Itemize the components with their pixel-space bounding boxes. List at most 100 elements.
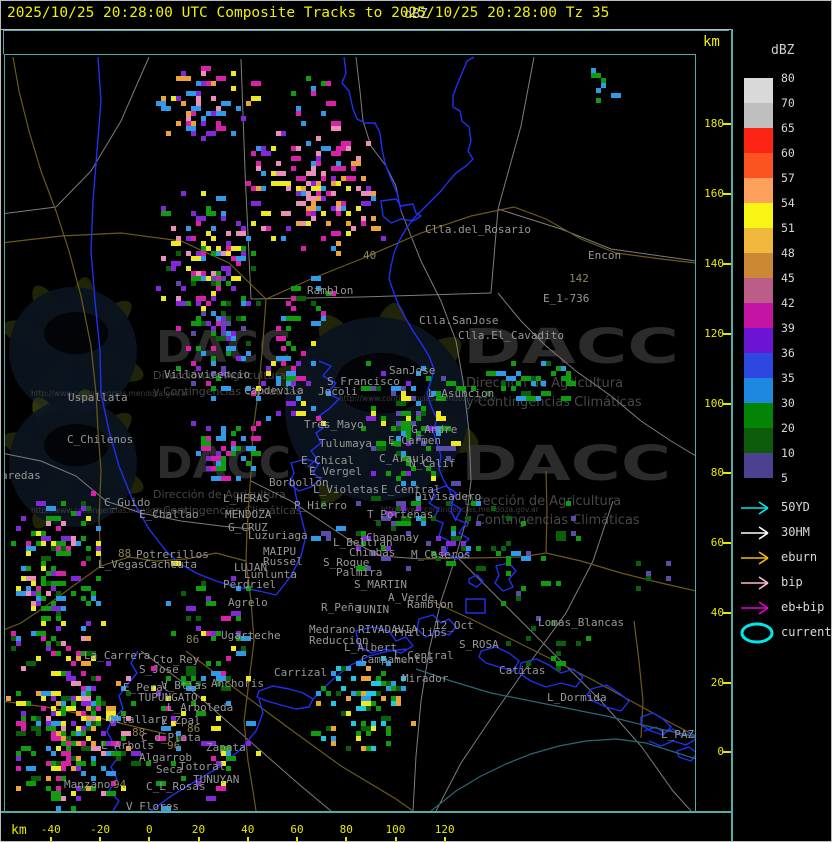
current-cell-ellipse-icon	[740, 622, 774, 644]
legend-label: 30HM	[781, 525, 810, 539]
colorbar-scale-label: 42	[781, 296, 795, 310]
x-axis-label: -20	[90, 823, 110, 836]
route-number-label: 96	[167, 739, 180, 752]
colorbar-title: dBZ	[771, 43, 795, 58]
colorbar-scale-label: 36	[781, 346, 795, 360]
colorbar-swatch	[744, 253, 773, 278]
place-label: E_1-736	[543, 292, 589, 305]
svg-text:DACC: DACC	[461, 436, 671, 492]
place-label: S_Jose	[139, 663, 179, 676]
y-axis-label: 160	[704, 187, 724, 201]
y-axis-tick	[723, 681, 731, 684]
place-label: Tres_Mayo	[304, 418, 364, 431]
route-number-label: 40	[363, 249, 376, 262]
place-label: L_Dormida	[547, 691, 607, 704]
river-line	[494, 562, 517, 592]
x-axis-label: 100	[385, 823, 406, 836]
colorbar-swatch	[744, 328, 773, 353]
colorbar-swatch	[744, 353, 773, 378]
stream-line	[430, 738, 695, 811]
place-label: Manzano	[64, 778, 110, 791]
place-label: S_MARTIN	[354, 578, 407, 591]
header-bar	[3, 30, 729, 54]
colorbar-swatch	[744, 178, 773, 203]
place-label: C_L_Rosas	[146, 780, 206, 793]
place-label: Luzuriaga	[248, 529, 308, 542]
place-label: aredas	[5, 469, 41, 482]
timestamp-status-text: 2025/10/25 20:28:00 UTC Composite Tracks…	[7, 5, 610, 21]
route-number-label: 94	[113, 778, 127, 791]
place-label: JUNIN	[356, 603, 389, 616]
place-label: Chapanay	[366, 531, 419, 544]
river-line	[256, 685, 314, 710]
colorbar-scale-label: 51	[781, 221, 795, 235]
radar-map-canvas[interactable]: DACCDACCDACCDACCDirección de Agricultura…	[4, 54, 696, 812]
place-label: Divisadero	[415, 490, 481, 503]
place-label: Capdevila	[244, 384, 304, 397]
place-label: La_Carrera	[84, 649, 150, 662]
place-label: Anchoris	[211, 677, 264, 690]
x-axis-tick	[394, 837, 397, 841]
y-axis-label: 80	[710, 466, 724, 480]
x-axis-unit-label: km	[11, 823, 27, 838]
colorbar-swatch	[744, 128, 773, 153]
place-label: L_HERAS	[223, 492, 269, 505]
place-label: MENDOZA	[225, 508, 272, 521]
y-axis-unit-label: km	[703, 34, 720, 50]
colorbar-scale-label: 39	[781, 321, 795, 335]
x-axis-tick	[148, 837, 151, 841]
x-axis-label: 20	[191, 823, 206, 836]
boundary-line	[240, 58, 252, 300]
place-label: N_Calif	[409, 457, 455, 470]
colorbar-swatch	[744, 378, 773, 403]
place-label: 12_Oct	[434, 619, 474, 632]
track-arrow-icon-eburn	[741, 551, 769, 565]
y-axis-label: 20	[710, 675, 724, 689]
place-label: E_Carmen	[388, 434, 441, 447]
legend-item-eb+bip: eb+bip	[733, 597, 831, 619]
colorbar-panel: dBZ 80 70 65 60 57 54 51 48 45 42 39 36 35 30 20 10 5 50Y…	[731, 29, 832, 841]
place-label: Ramblon	[407, 598, 453, 611]
place-label: Catitas	[499, 664, 545, 677]
x-axis-tick	[345, 837, 348, 841]
colorbar-swatch	[744, 453, 773, 478]
place-label: S_ROSA	[459, 638, 499, 651]
route-number-label: 142	[569, 272, 589, 285]
y-axis-tick	[723, 402, 731, 405]
radar-map-svg[interactable]: DACCDACCDACCDACCDirección de Agricultura…	[5, 55, 695, 811]
y-axis-tick	[723, 751, 731, 754]
colorbar-scale-label: 30	[781, 396, 795, 410]
legend-label: eburn	[781, 550, 818, 564]
colorbar-swatch	[744, 403, 773, 428]
route-number-label: 86	[186, 633, 199, 646]
place-label: Clla.del_Rosario	[425, 223, 531, 236]
colorbar-scale-label: 80	[781, 71, 795, 85]
place-label: Lomas_Blancas	[538, 616, 624, 629]
place-label: Totoral	[179, 760, 225, 773]
track-arrow-icon-eb+bip	[741, 601, 769, 615]
legend-label: current	[781, 625, 832, 639]
y-axis-label: 180	[704, 117, 724, 131]
y-axis-tick	[723, 542, 731, 545]
track-arrow-icon-bip	[741, 576, 769, 590]
colorbar-scale-label: 20	[781, 421, 795, 435]
y-axis-tick	[723, 262, 731, 265]
x-axis-tick	[246, 837, 249, 841]
svg-text:y Contingencias Climáticas: y Contingencias Climáticas	[464, 513, 640, 528]
colorbar-swatch	[744, 228, 773, 253]
colorbar-scale-label: 57	[781, 171, 795, 185]
y-axis-tick	[723, 472, 731, 475]
map-bottom-border	[1, 811, 733, 813]
place-label: C_Chilenos	[67, 433, 133, 446]
place-label: Ramblon	[307, 284, 353, 297]
boundary-line	[490, 56, 535, 294]
place-label: Tulumaya	[319, 437, 372, 450]
x-axis-tick	[443, 837, 446, 841]
colorbar-swatch	[744, 203, 773, 228]
colorbar-scale-label: 35	[781, 371, 795, 385]
colorbar-swatch	[744, 103, 773, 128]
legend-label: bip	[781, 575, 803, 589]
legend-item-current: current	[733, 622, 832, 644]
y-axis-tick	[723, 193, 731, 196]
route-number-label: 88	[132, 726, 145, 739]
